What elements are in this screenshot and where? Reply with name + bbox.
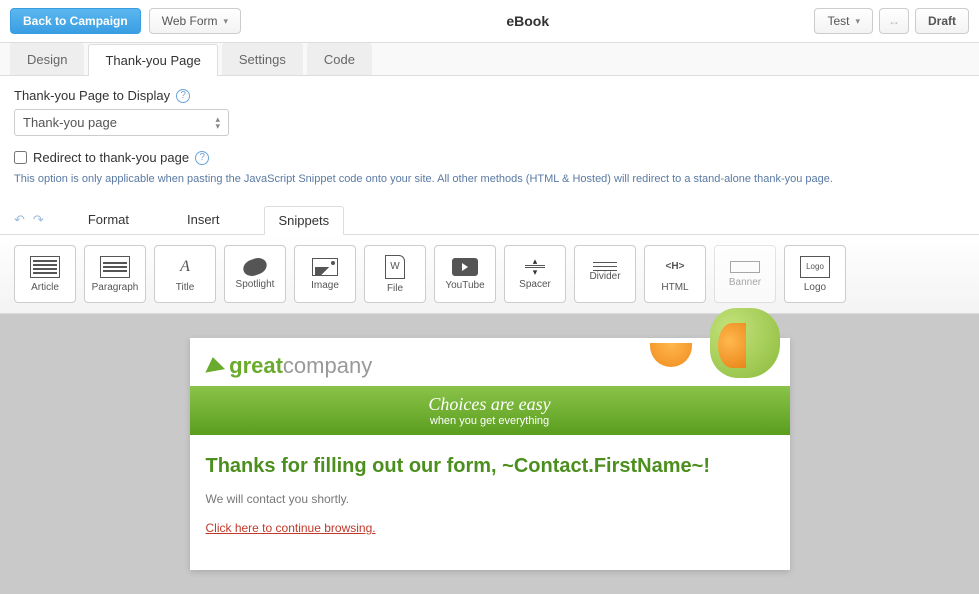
preview-header: greatcompany bbox=[190, 338, 790, 386]
snippet-article[interactable]: Article bbox=[14, 245, 76, 303]
draft-button[interactable]: Draft bbox=[915, 8, 969, 34]
preview-heading: Thanks for filling out our form, ~Contac… bbox=[206, 455, 774, 478]
select-arrows-icon: ▴▾ bbox=[215, 116, 220, 130]
snippet-spacer[interactable]: ▴▾ Spacer bbox=[504, 245, 566, 303]
tab-design[interactable]: Design bbox=[10, 43, 84, 75]
expand-icon[interactable]: ↔ bbox=[879, 8, 909, 34]
redirect-checkbox[interactable] bbox=[14, 151, 27, 164]
test-dropdown[interactable]: Test bbox=[814, 8, 873, 34]
banner-title: Choices are easy bbox=[204, 394, 776, 415]
fruit-image bbox=[620, 308, 780, 388]
snippet-toolbar: Article Paragraph A Title Spotlight Imag… bbox=[0, 234, 979, 314]
redo-icon[interactable]: ↷ bbox=[33, 212, 44, 228]
snippet-image[interactable]: Image bbox=[294, 245, 356, 303]
snippet-logo[interactable]: Logo Logo bbox=[784, 245, 846, 303]
editor-tab-snippets[interactable]: Snippets bbox=[264, 206, 345, 235]
logo-mark-icon bbox=[202, 355, 224, 372]
banner-subtitle: when you get everything bbox=[204, 415, 776, 427]
snippet-spotlight[interactable]: Spotlight bbox=[224, 245, 286, 303]
banner-icon bbox=[730, 261, 760, 273]
snippet-file[interactable]: W File bbox=[364, 245, 426, 303]
snippet-banner: Banner bbox=[714, 245, 776, 303]
back-to-campaign-button[interactable]: Back to Campaign bbox=[10, 8, 141, 34]
tab-settings[interactable]: Settings bbox=[222, 43, 303, 75]
page-title: eBook bbox=[241, 13, 814, 29]
select-value: Thank-you page bbox=[23, 115, 117, 130]
redirect-label: Redirect to thank-you page bbox=[33, 150, 189, 165]
tab-thank-you-page[interactable]: Thank-you Page bbox=[88, 44, 217, 76]
article-icon bbox=[30, 256, 60, 278]
spacer-icon: ▴▾ bbox=[525, 258, 545, 275]
thank-you-page-label: Thank-you Page to Display bbox=[14, 88, 170, 103]
preview-banner: Choices are easy when you get everything bbox=[190, 386, 790, 435]
redirect-hint: This option is only applicable when past… bbox=[14, 173, 965, 185]
main-tabs: Design Thank-you Page Settings Code bbox=[0, 43, 979, 76]
thank-you-page-select[interactable]: Thank-you page ▴▾ bbox=[14, 109, 229, 136]
title-icon: A bbox=[170, 256, 200, 278]
preview-body: Thanks for filling out our form, ~Contac… bbox=[190, 435, 790, 559]
editor-tab-insert[interactable]: Insert bbox=[173, 206, 234, 233]
preview-body-text: We will contact you shortly. bbox=[206, 492, 774, 506]
snippet-html[interactable]: <H> HTML bbox=[644, 245, 706, 303]
editor-tab-format[interactable]: Format bbox=[74, 206, 143, 233]
snippet-divider[interactable]: Divider bbox=[574, 245, 636, 303]
email-preview: greatcompany Choices are easy when you g… bbox=[190, 338, 790, 570]
thank-you-settings: Thank-you Page to Display ? Thank-you pa… bbox=[0, 76, 979, 197]
snippet-youtube[interactable]: YouTube bbox=[434, 245, 496, 303]
html-icon: <H> bbox=[660, 256, 690, 278]
image-icon bbox=[312, 258, 338, 276]
snippet-paragraph[interactable]: Paragraph bbox=[84, 245, 146, 303]
file-icon: W bbox=[385, 255, 405, 279]
spotlight-icon bbox=[241, 255, 269, 278]
continue-browsing-link[interactable]: Click here to continue browsing. bbox=[206, 521, 376, 535]
help-icon[interactable]: ? bbox=[176, 89, 190, 103]
tab-code[interactable]: Code bbox=[307, 43, 372, 75]
editor-canvas[interactable]: greatcompany Choices are easy when you g… bbox=[0, 314, 979, 594]
web-form-dropdown[interactable]: Web Form bbox=[149, 8, 241, 34]
snippet-title[interactable]: A Title bbox=[154, 245, 216, 303]
youtube-icon bbox=[452, 258, 478, 276]
divider-icon bbox=[593, 266, 617, 267]
logo-icon: Logo bbox=[800, 256, 830, 278]
help-icon[interactable]: ? bbox=[195, 151, 209, 165]
editor-tab-row: ↶ ↷ Format Insert Snippets bbox=[0, 197, 979, 234]
undo-icon[interactable]: ↶ bbox=[14, 212, 25, 228]
company-logo: greatcompany bbox=[204, 353, 373, 379]
paragraph-icon bbox=[100, 256, 130, 278]
top-bar: Back to Campaign Web Form eBook Test ↔ D… bbox=[0, 0, 979, 43]
